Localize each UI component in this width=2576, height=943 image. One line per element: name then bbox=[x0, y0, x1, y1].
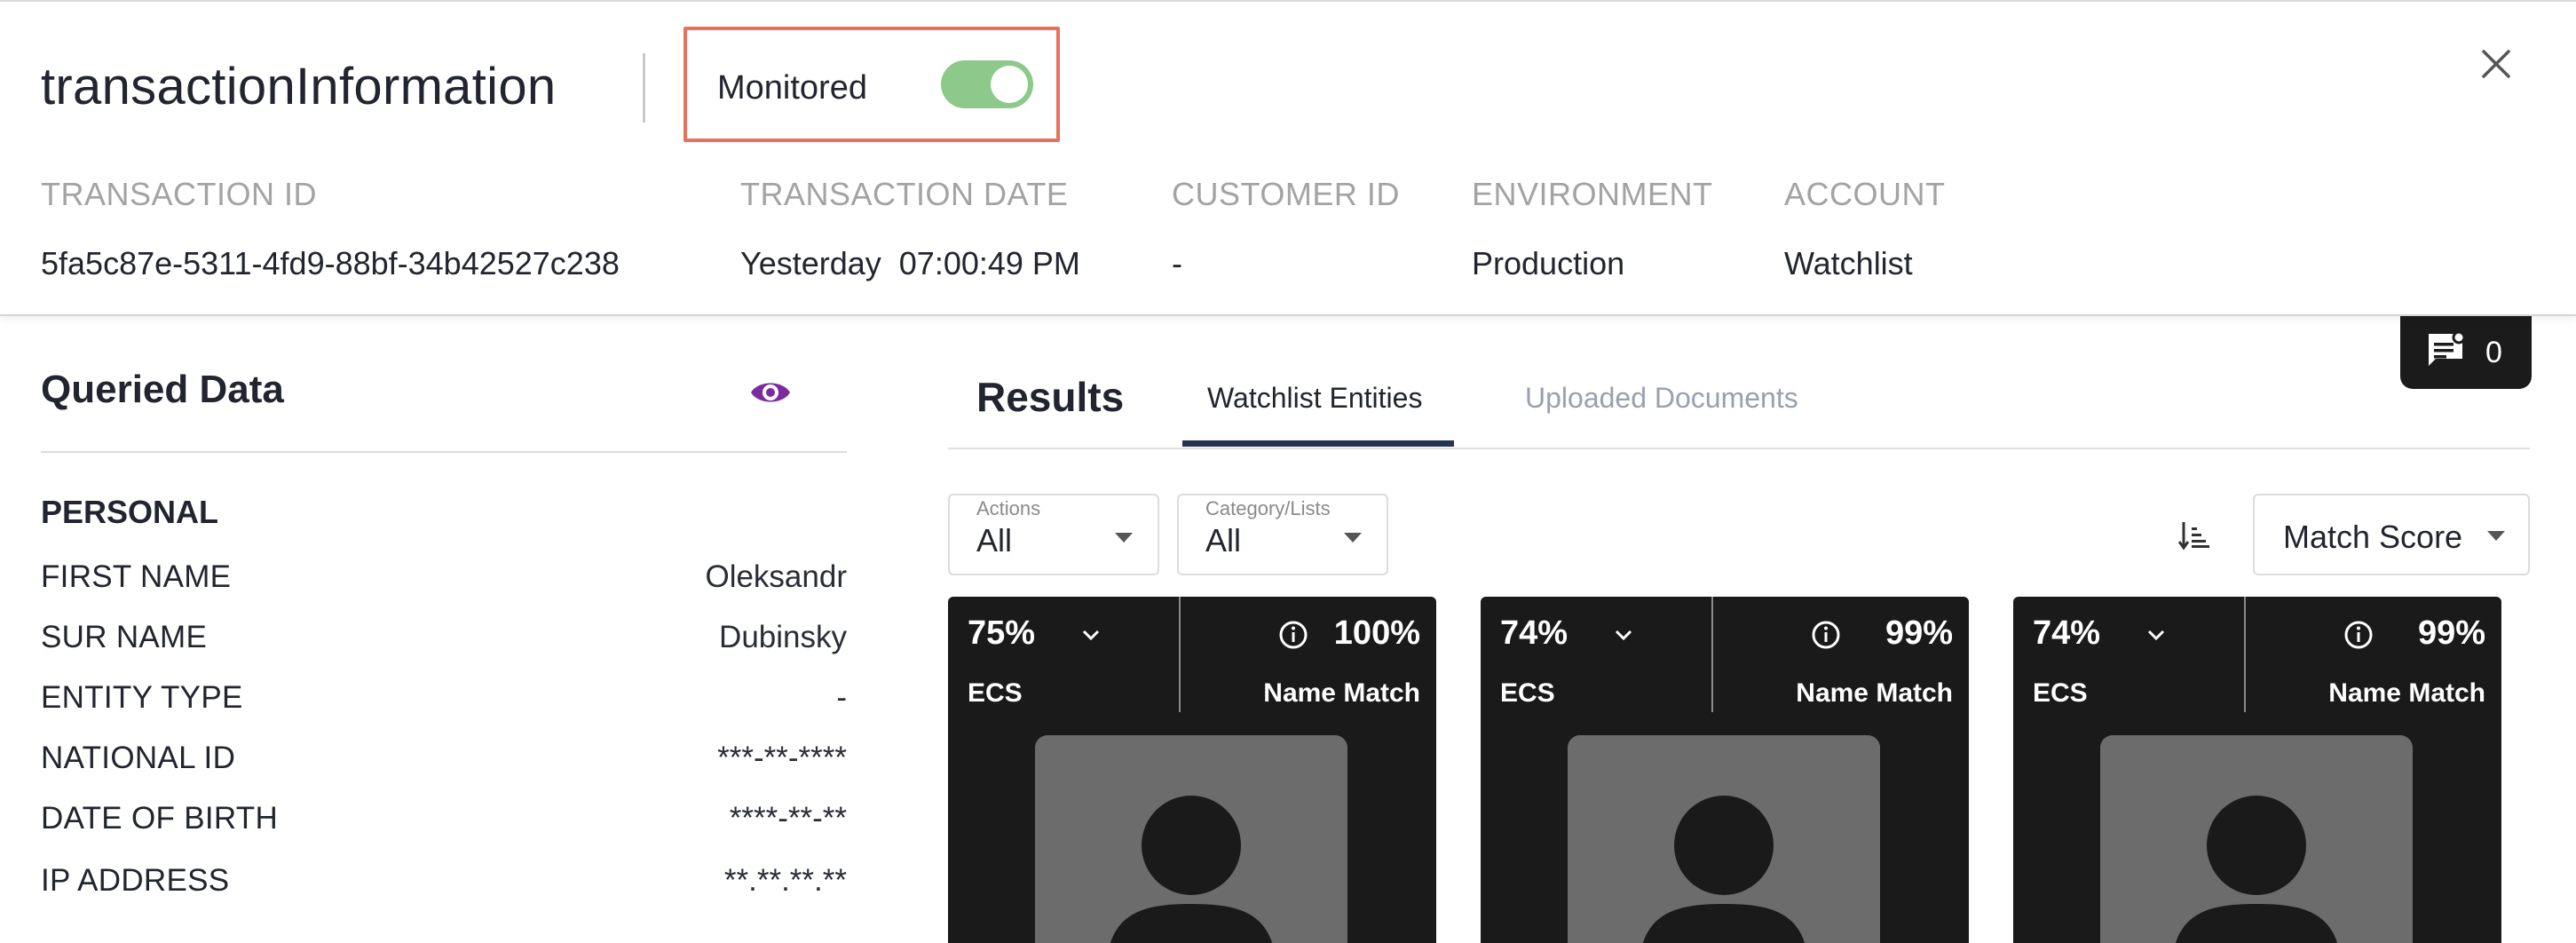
field-national-id: NATIONAL ID ***-**-**** bbox=[41, 741, 847, 785]
results-divider bbox=[948, 448, 2530, 449]
chevron-down-icon bbox=[1115, 533, 1133, 543]
chevron-down-icon[interactable] bbox=[2146, 629, 2166, 641]
meta-account: ACCOUNT Watchlist bbox=[1784, 176, 1946, 282]
name-match-label: Name Match bbox=[1796, 678, 1953, 708]
card-divider bbox=[1179, 597, 1181, 712]
comments-button[interactable]: 0 bbox=[2400, 316, 2532, 389]
meta-value: Production bbox=[1472, 245, 1625, 281]
avatar bbox=[1035, 735, 1347, 943]
monitored-toggle[interactable] bbox=[941, 60, 1033, 108]
active-tab-indicator bbox=[1182, 440, 1454, 447]
meta-value: Watchlist bbox=[1784, 245, 1913, 281]
field-first-name: FIRST NAME Oleksandr bbox=[41, 559, 847, 604]
field-value: Dubinsky bbox=[719, 620, 847, 654]
ecs-label: ECS bbox=[968, 678, 1023, 708]
transaction-header: transactionInformation Monitored TRANSAC… bbox=[0, 0, 2576, 316]
info-icon[interactable] bbox=[1278, 620, 1308, 650]
meta-transaction-date: TRANSACTION DATE Yesterday 07:00:49 PM bbox=[740, 176, 1080, 282]
meta-label: CUSTOMER ID bbox=[1172, 176, 1400, 212]
category-lists-select[interactable]: Category/Lists All bbox=[1177, 494, 1388, 575]
actions-select[interactable]: Actions All bbox=[948, 494, 1159, 575]
comment-icon bbox=[2429, 330, 2466, 366]
ecs-score: 74% bbox=[1500, 614, 1569, 652]
meta-transaction-id: TRANSACTION ID 5fa5c87e-5311-4fd9-88bf-3… bbox=[41, 176, 620, 282]
sort-by-select[interactable]: Match Score bbox=[2253, 494, 2530, 575]
field-value: Oleksandr bbox=[705, 559, 847, 594]
field-label: SUR NAME bbox=[41, 620, 208, 654]
info-icon[interactable] bbox=[2343, 620, 2374, 650]
field-value: ****-**-** bbox=[729, 801, 847, 836]
meta-environment: ENVIRONMENT Production bbox=[1472, 176, 1713, 282]
ecs-label: ECS bbox=[1500, 678, 1555, 708]
title-divider bbox=[643, 53, 645, 123]
select-value: All bbox=[976, 522, 1013, 559]
field-value: ***-**-**** bbox=[717, 741, 847, 775]
chevron-down-icon[interactable] bbox=[1081, 629, 1101, 641]
select-value: All bbox=[1205, 522, 1242, 559]
chevron-down-icon bbox=[2487, 531, 2505, 541]
meta-label: ENVIRONMENT bbox=[1472, 176, 1713, 212]
entity-card[interactable]: 74% 99% ECS Name Match bbox=[1481, 597, 1969, 943]
field-label: IP ADDRESS bbox=[41, 863, 230, 898]
chevron-down-icon[interactable] bbox=[1614, 629, 1633, 641]
field-label: NATIONAL ID bbox=[41, 741, 236, 775]
meta-label: ACCOUNT bbox=[1784, 176, 1946, 212]
entity-card[interactable]: 75% 100% ECS Name Match bbox=[948, 597, 1436, 943]
name-match-score: 99% bbox=[1885, 614, 1953, 652]
name-match-label: Name Match bbox=[2328, 678, 2485, 708]
field-date-of-birth: DATE OF BIRTH ****-**-** bbox=[41, 801, 847, 845]
meta-value: 5fa5c87e-5311-4fd9-88bf-34b42527c238 bbox=[41, 245, 620, 281]
ecs-score: 75% bbox=[968, 614, 1036, 652]
field-label: ENTITY TYPE bbox=[41, 680, 243, 715]
monitored-highlight-box: Monitored bbox=[684, 27, 1060, 142]
field-ip-address: IP ADDRESS **.**.**.** bbox=[41, 863, 847, 907]
avatar bbox=[2100, 735, 2413, 943]
meta-customer-id: CUSTOMER ID - bbox=[1172, 176, 1400, 282]
person-icon bbox=[2176, 796, 2337, 943]
toggle-knob bbox=[991, 66, 1028, 103]
avatar bbox=[1568, 735, 1880, 943]
queried-data-title: Queried Data bbox=[41, 368, 284, 411]
person-icon bbox=[1110, 796, 1272, 943]
info-icon[interactable] bbox=[1811, 620, 1841, 650]
name-match-score: 99% bbox=[2417, 614, 2485, 652]
results-title: Results bbox=[976, 374, 1125, 420]
comments-count: 0 bbox=[2485, 336, 2502, 369]
meta-label: TRANSACTION DATE bbox=[740, 176, 1069, 212]
field-value: - bbox=[836, 680, 847, 715]
field-label: FIRST NAME bbox=[41, 559, 232, 594]
field-label: DATE OF BIRTH bbox=[41, 801, 279, 836]
tab-uploaded-documents[interactable]: Uploaded Documents bbox=[1525, 382, 1798, 415]
sort-icon[interactable] bbox=[2178, 520, 2210, 551]
sort-by-value: Match Score bbox=[2283, 519, 2463, 555]
field-value: **.**.**.** bbox=[723, 863, 847, 898]
meta-value: - bbox=[1172, 245, 1182, 281]
close-icon[interactable] bbox=[2475, 43, 2517, 85]
name-match-score: 100% bbox=[1333, 614, 1420, 652]
meta-value: Yesterday 07:00:49 PM bbox=[740, 245, 1080, 281]
card-divider bbox=[2244, 597, 2246, 712]
meta-label: TRANSACTION ID bbox=[41, 176, 318, 212]
page-title: transactionInformation bbox=[41, 58, 557, 115]
ecs-score: 74% bbox=[2033, 614, 2101, 652]
select-label: Actions bbox=[976, 497, 1041, 519]
tab-watchlist-entities[interactable]: Watchlist Entities bbox=[1207, 382, 1422, 415]
ecs-label: ECS bbox=[2033, 678, 2088, 708]
field-entity-type: ENTITY TYPE - bbox=[41, 680, 847, 725]
select-label: Category/Lists bbox=[1205, 497, 1331, 519]
chevron-down-icon bbox=[1344, 533, 1362, 543]
section-personal: PERSONAL bbox=[41, 494, 219, 530]
field-sur-name: SUR NAME Dubinsky bbox=[41, 620, 847, 664]
eye-icon[interactable] bbox=[749, 375, 792, 410]
person-icon bbox=[1643, 796, 1805, 943]
entity-card[interactable]: 74% 99% ECS Name Match bbox=[2013, 597, 2501, 943]
queried-divider bbox=[41, 451, 847, 453]
card-divider bbox=[1711, 597, 1713, 712]
monitored-label: Monitored bbox=[717, 69, 867, 107]
name-match-label: Name Match bbox=[1263, 678, 1420, 708]
